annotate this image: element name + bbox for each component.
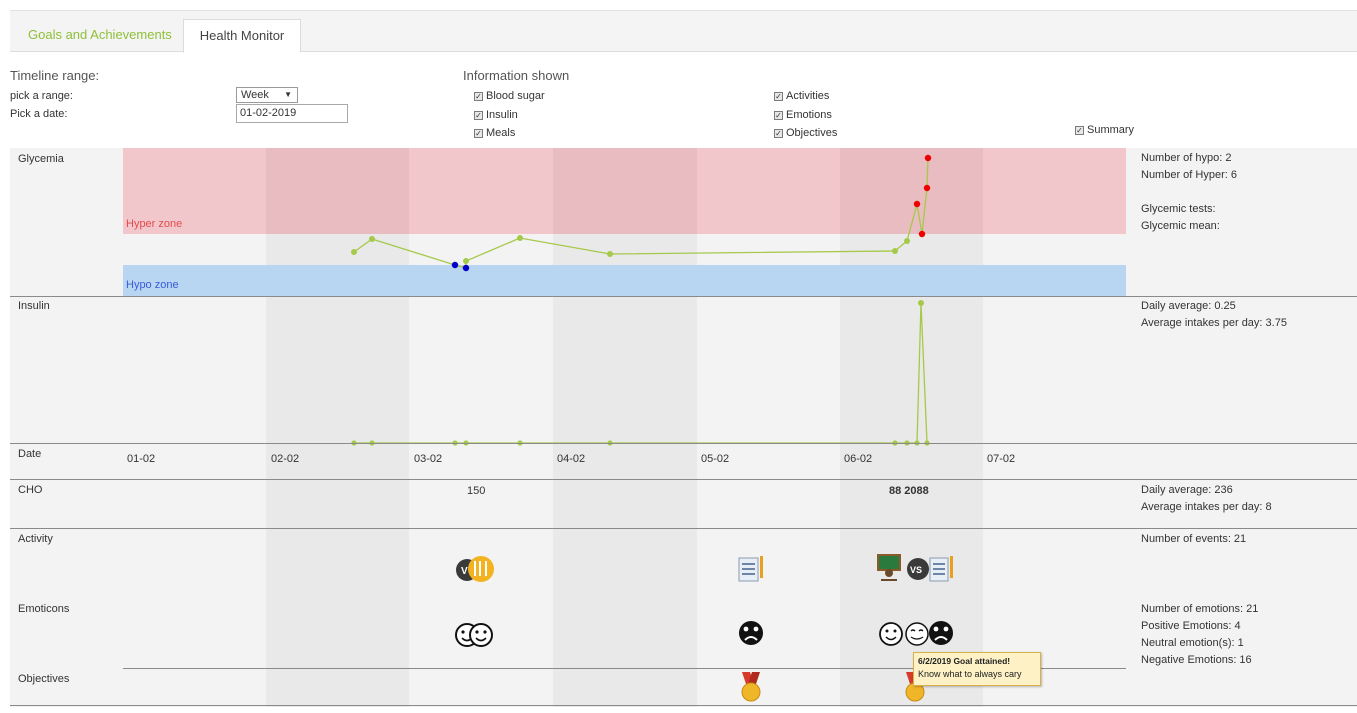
summary-line: Glycemic mean: [1141,220,1220,232]
row-label-objectives: Objectives [18,673,70,685]
summary-line: Daily average: 0.25 [1141,300,1236,312]
row-label-glycemia: Glycemia [18,153,64,165]
summary-line: Neutral emotion(s): 1 [1141,637,1244,649]
summary-line: Average intakes per day: 8 [1141,501,1272,513]
row-label-cho: CHO [18,484,43,496]
tooltip-title: 6/2/2019 Goal attained! [918,656,1011,666]
date-label: 05-02 [701,453,730,465]
glucose-point [369,236,375,242]
hypo-zone [123,265,1126,296]
date-label: 06-02 [844,453,873,465]
summary-line: Positive Emotions: 4 [1141,620,1241,632]
notepad-icon[interactable] [738,556,763,582]
summary-cho: Daily average: 236 Average intakes per d… [1141,482,1272,516]
summary-line: Glycemic tests: [1141,203,1216,215]
row-separator [10,705,1357,706]
summary-line: Number of Hyper: 6 [1141,169,1237,181]
summary-emotions: Number of emotions: 21 Positive Emotions… [1141,601,1258,669]
insulin-point [918,300,924,306]
date-label: 04-02 [557,453,586,465]
glucose-point-hyper [923,184,931,192]
smiley-icon[interactable] [469,623,493,647]
row-separator [10,528,1357,529]
medal-icon[interactable] [741,672,761,702]
glucose-point-hypo [451,261,459,269]
glucose-point-hyper [913,200,921,208]
glucose-point [517,235,523,241]
neutral-face-icon[interactable] [905,622,929,646]
row-label-activity: Activity [18,533,53,545]
summary-glycemia: Number of hypo: 2 Number of Hyper: 6 Gly… [1141,150,1237,235]
svg-text:VS: VS [910,565,922,575]
glucose-point [351,249,357,255]
goal-tooltip: 6/2/2019 Goal attained! Know what to alw… [913,652,1041,686]
svg-text:V: V [461,566,468,577]
glucose-point [904,238,910,244]
hyper-zone-label: Hyper zone [126,218,183,230]
glucose-point [892,248,898,254]
glucose-point-hyper [924,154,932,162]
hyper-zone-band [266,148,409,234]
summary-insulin: Daily average: 0.25 Average intakes per … [1141,298,1287,332]
sad-face-icon[interactable] [739,621,763,645]
row-separator [10,296,1357,297]
food-icon[interactable] [468,556,494,582]
hyper-zone-band [840,148,983,234]
summary-line: Average intakes per day: 3.75 [1141,317,1287,329]
cho-value: 150 [467,485,486,497]
summary-spacer [1141,184,1237,201]
row-label-date: Date [18,448,42,460]
date-label: 03-02 [414,453,443,465]
summary-line: Negative Emotions: 16 [1141,654,1252,666]
smiley-icon[interactable] [879,622,903,646]
cho-value: 88 2088 [889,485,929,497]
row-label-emoticons: Emoticons [18,603,70,615]
hypo-zone-label: Hypo zone [126,279,179,291]
vs-icon[interactable]: VS [907,558,929,580]
summary-line: Number of hypo: 2 [1141,152,1232,164]
glucose-point [607,251,613,257]
hyper-zone-band [553,148,697,234]
sad-face-icon[interactable] [929,621,953,645]
date-label: 02-02 [271,453,300,465]
row-label-insulin: Insulin [18,300,50,312]
tooltip-text: Know what to always cary [918,669,1022,679]
summary-line: Number of events: 21 [1141,533,1247,545]
summary-line: Daily average: 236 [1141,484,1233,496]
summary-activity: Number of events: 21 [1141,531,1246,548]
glucose-point [463,258,469,264]
glucose-point-hyper [918,230,926,238]
row-separator [10,479,1357,480]
glucose-point-hypo [462,264,470,272]
date-label: 01-02 [127,453,156,465]
row-separator [10,443,1357,444]
summary-line: Number of emotions: 21 [1141,603,1259,615]
date-label: 07-02 [987,453,1016,465]
